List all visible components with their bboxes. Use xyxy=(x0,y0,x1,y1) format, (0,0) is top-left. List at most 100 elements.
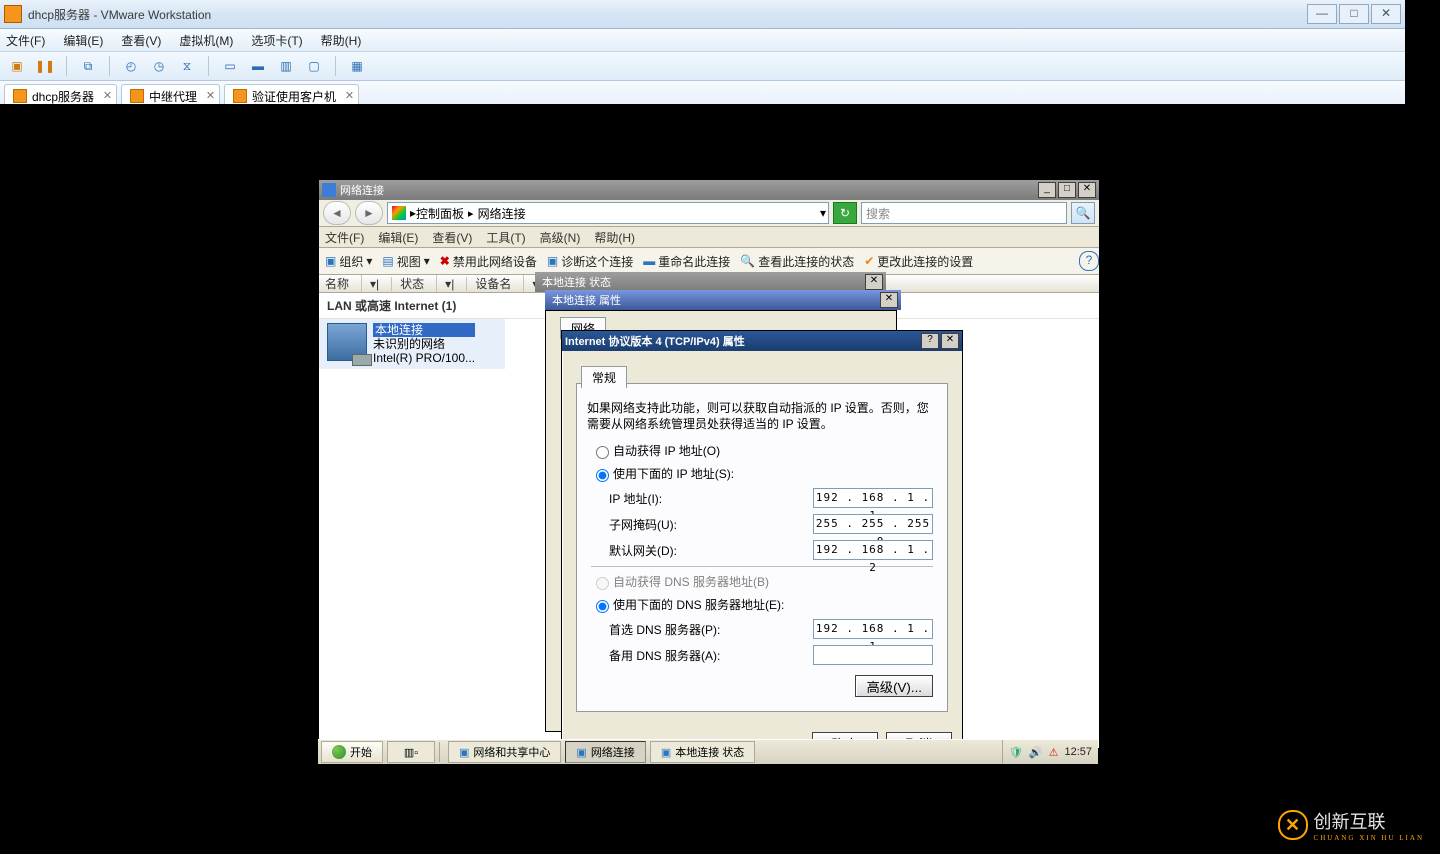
menu-tabs[interactable]: 选项卡(T) xyxy=(251,32,302,49)
ipv4-dialog-titlebar[interactable]: Internet 协议版本 4 (TCP/IPv4) 属性 ? ✕ xyxy=(562,331,962,351)
address-bar[interactable]: ▸ 控制面板 ▸ 网络连接 ▾ xyxy=(387,202,829,224)
exp-menu-tools[interactable]: 工具(T) xyxy=(486,229,525,246)
explorer-icon xyxy=(322,183,336,197)
ipv4-close-button[interactable]: ✕ xyxy=(941,333,959,349)
crumb-control-panel[interactable]: 控制面板 xyxy=(416,205,464,222)
radio-auto-ip[interactable] xyxy=(596,446,609,459)
ipv4-info-text: 如果网络支持此功能，则可以获取自动指派的 IP 设置。否则，您需要从网络系统管理… xyxy=(587,400,937,432)
tab-close-icon[interactable]: ✕ xyxy=(103,89,112,102)
gateway-label: 默认网关(D): xyxy=(609,542,813,559)
tab-close-icon[interactable]: ✕ xyxy=(206,89,215,102)
status-close-button[interactable]: ✕ xyxy=(865,274,883,290)
properties-window-titlebar[interactable]: 本地连接 属性 ✕ xyxy=(545,290,901,310)
help-icon[interactable]: ? xyxy=(1079,251,1099,271)
gateway-input[interactable]: 192 . 168 . 1 . 2 xyxy=(813,540,933,560)
window-title: dhcp服务器 - VMware Workstation xyxy=(28,6,1305,23)
close-button[interactable]: ✕ xyxy=(1371,4,1401,24)
advanced-button[interactable]: 高级(V)... xyxy=(855,675,933,697)
exp-menu-file[interactable]: 文件(F) xyxy=(325,229,364,246)
subnet-mask-input[interactable]: 255 . 255 . 255 . 0 xyxy=(813,514,933,534)
ipv4-help-button[interactable]: ? xyxy=(921,333,939,349)
explorer-title: 网络连接 xyxy=(340,182,384,198)
exp-menu-help[interactable]: 帮助(H) xyxy=(594,229,635,246)
menu-help[interactable]: 帮助(H) xyxy=(321,32,362,49)
system-tray[interactable]: 🛡 🔊 ⚠ 12:57 xyxy=(1002,740,1098,764)
nav-fwd-button[interactable]: ► xyxy=(355,201,383,225)
multimon-icon[interactable]: ▥ xyxy=(275,55,297,77)
snap-manage-icon[interactable]: ⧖ xyxy=(176,55,198,77)
power-on-icon[interactable]: ▣ xyxy=(6,55,28,77)
vmware-titlebar: dhcp服务器 - VMware Workstation — □ ✕ xyxy=(0,0,1405,29)
fit-window-icon[interactable]: ▬ xyxy=(247,55,269,77)
start-button[interactable]: 开始 xyxy=(321,741,383,763)
watermark: ✕ 创新互联 CHUANG XIN HU LIAN xyxy=(1278,808,1424,842)
tray-clock[interactable]: 12:57 xyxy=(1064,746,1092,758)
exp-menu-edit[interactable]: 编辑(E) xyxy=(378,229,418,246)
organize-button[interactable]: ▣组织▾ xyxy=(325,253,372,270)
disable-device-button[interactable]: ✖禁用此网络设备 xyxy=(440,253,537,270)
view-status-button[interactable]: 🔍查看此连接的状态 xyxy=(740,253,854,270)
ip-address-label: IP 地址(I): xyxy=(609,490,813,507)
crumb-net-connections[interactable]: 网络连接 xyxy=(478,205,526,222)
connection-item[interactable]: 本地连接 未识别的网络 Intel(R) PRO/100... xyxy=(319,319,505,369)
tab-vm-icon xyxy=(233,89,247,103)
explorer-min-button[interactable]: _ xyxy=(1038,182,1056,198)
vmware-menubar[interactable]: 文件(F) 编辑(E) 查看(V) 虚拟机(M) 选项卡(T) 帮助(H) xyxy=(0,29,1405,52)
start-orb-icon xyxy=(332,745,346,759)
properties-close-button[interactable]: ✕ xyxy=(880,292,898,308)
views-button[interactable]: ▤视图▾ xyxy=(382,253,429,270)
nav-back-button[interactable]: ◄ xyxy=(323,201,351,225)
rename-button[interactable]: ▬重命名此连接 xyxy=(643,253,730,270)
ipv4-tab-general[interactable]: 常规 xyxy=(581,366,627,388)
explorer-menubar[interactable]: 文件(F) 编辑(E) 查看(V) 工具(T) 高级(N) 帮助(H) xyxy=(319,227,1099,248)
ip-address-input[interactable]: 192 . 168 . 1 . 1 xyxy=(813,488,933,508)
diagnose-button[interactable]: ▣诊断这个连接 xyxy=(547,253,633,270)
connection-name: 本地连接 xyxy=(373,323,475,337)
vmware-logo-icon xyxy=(4,5,22,23)
fit-guest-icon[interactable]: ▭ xyxy=(219,55,241,77)
connection-status: 未识别的网络 xyxy=(373,337,475,351)
refresh-button[interactable]: ↻ xyxy=(833,202,857,224)
change-settings-button[interactable]: ✔更改此连接的设置 xyxy=(864,253,973,270)
quicklaunch-area[interactable]: ▥▫ xyxy=(387,741,435,763)
menu-vm[interactable]: 虚拟机(M) xyxy=(179,32,233,49)
snap-take-icon[interactable]: ◴ xyxy=(120,55,142,77)
explorer-max-button[interactable]: □ xyxy=(1058,182,1076,198)
search-input[interactable]: 搜索 xyxy=(861,202,1067,224)
fullscreen-icon[interactable]: ▢ xyxy=(303,55,325,77)
guest-taskbar: 开始 ▥▫ ▣网络和共享中心 ▣网络连接 ▣本地连接 状态 🛡 🔊 ⚠ 12:5… xyxy=(318,739,1098,764)
tray-network-icon[interactable]: ⚠ xyxy=(1049,746,1059,759)
dns1-label: 首选 DNS 服务器(P): xyxy=(609,621,813,638)
menu-view[interactable]: 查看(V) xyxy=(121,32,161,49)
explorer-titlebar[interactable]: 网络连接 _ □ ✕ xyxy=(319,180,1099,200)
status-window-titlebar[interactable]: 本地连接 状态 ✕ xyxy=(535,272,886,292)
exp-menu-view[interactable]: 查看(V) xyxy=(432,229,472,246)
explorer-close-button[interactable]: ✕ xyxy=(1078,182,1096,198)
search-button[interactable]: 🔍 xyxy=(1071,202,1095,224)
tab-close-icon[interactable]: ✕ xyxy=(345,89,354,102)
suspend-icon[interactable]: ❚❚ xyxy=(34,55,56,77)
unity-icon[interactable]: ▦ xyxy=(346,55,368,77)
subnet-mask-label: 子网掩码(U): xyxy=(609,516,813,533)
menu-edit[interactable]: 编辑(E) xyxy=(63,32,103,49)
ipv4-dialog-title: Internet 协议版本 4 (TCP/IPv4) 属性 xyxy=(565,333,745,349)
task-net-connections[interactable]: ▣网络连接 xyxy=(565,741,645,763)
exp-menu-advanced[interactable]: 高级(N) xyxy=(540,229,581,246)
radio-manual-dns[interactable] xyxy=(596,600,609,613)
snapshot-icon[interactable]: ⧉ xyxy=(77,55,99,77)
control-panel-icon xyxy=(392,206,406,220)
menu-file[interactable]: 文件(F) xyxy=(6,32,45,49)
maximize-button[interactable]: □ xyxy=(1339,4,1369,24)
connection-device: Intel(R) PRO/100... xyxy=(373,351,475,365)
tray-volume-icon[interactable]: 🔊 xyxy=(1029,746,1043,759)
dns2-input[interactable] xyxy=(813,645,933,665)
radio-manual-ip[interactable] xyxy=(596,469,609,482)
task-conn-status[interactable]: ▣本地连接 状态 xyxy=(650,741,755,763)
address-dropdown-icon[interactable]: ▾ xyxy=(820,206,826,220)
task-net-sharing-center[interactable]: ▣网络和共享中心 xyxy=(448,741,561,763)
dns1-input[interactable]: 192 . 168 . 1 . 1 xyxy=(813,619,933,639)
tray-security-icon[interactable]: 🛡 xyxy=(1009,746,1023,759)
ipv4-properties-dialog: Internet 协议版本 4 (TCP/IPv4) 属性 ? ✕ 常规 如果网… xyxy=(561,330,963,763)
snap-revert-icon[interactable]: ◷ xyxy=(148,55,170,77)
minimize-button[interactable]: — xyxy=(1307,4,1337,24)
